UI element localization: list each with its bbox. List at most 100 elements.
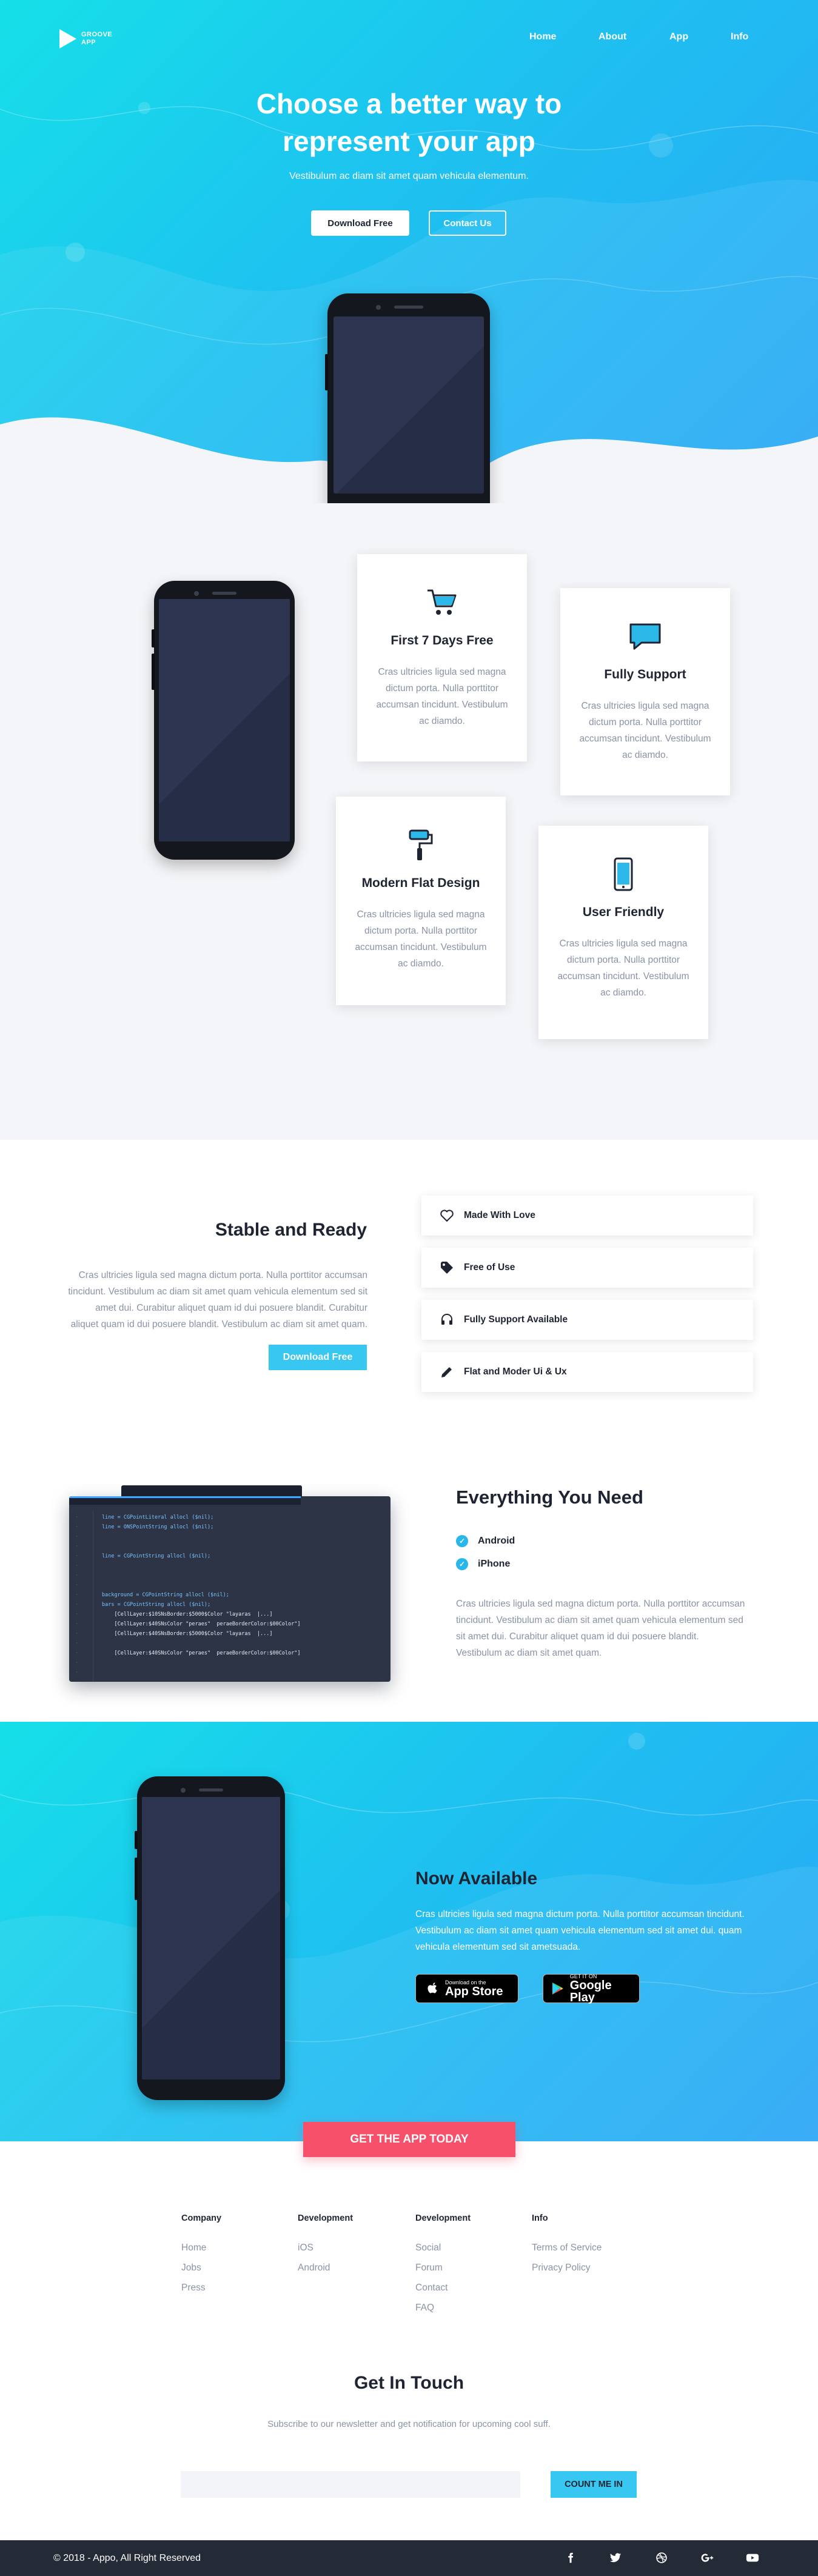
phone-screen [159,599,290,841]
feature-list-item: Flat and Moder Ui & Ux [421,1352,753,1392]
footer-column-info: Info Terms of Service Privacy Policy [532,2213,641,2283]
feature-card: Fully Support Cras ultricies ligula sed … [560,588,730,795]
feature-text: Cras ultricies ligula sed magna dictum p… [355,909,487,969]
hero-title-line1: Choose a better way to [256,88,562,119]
available-text: Cras ultricies ligula sed magna dictum p… [415,1909,745,1952]
stable-text: Cras ultricies ligula sed magna dictum p… [68,1270,367,1330]
brand-logo[interactable]: GROOVE APP [59,29,112,49]
newsletter-subtitle: Subscribe to our newsletter and get noti… [267,2419,551,2429]
apple-icon [427,1982,437,1993]
code-line: line = CGPointLiteral allocl ($nil); [102,1514,214,1521]
play-icon [59,29,76,49]
facebook-icon[interactable] [562,2549,580,2567]
phone-screen [334,316,484,493]
features-phone-mockup [152,581,295,860]
available-phone-mockup [135,1776,285,2100]
main-nav: Home About App Info [454,32,818,44]
hero-title-line2: represent your app [283,125,535,157]
nav-app[interactable]: App [669,32,688,42]
get-the-app-button[interactable]: GET THE APP TODAY [303,2122,515,2157]
footer-column-company: Company Home Jobs Press [181,2213,290,2303]
footer-column-development-2: Development Social Forum Contact FAQ [415,2213,525,2323]
feature-title: Modern Flat Design [361,876,480,890]
footer-link-jobs[interactable]: Jobs [181,2263,290,2273]
feature-list-item: Free of Use [421,1248,753,1288]
feature-card: First 7 Days Free Cras ultricies ligula … [357,554,527,761]
feature-title: Fully Support [604,667,686,681]
google-play-big-text: Google Play [569,1979,612,2004]
footer-link-press[interactable]: Press [181,2283,290,2293]
footer-column-title: Development [298,2213,354,2223]
hero-title: Choose a better way to represent your app [0,85,818,160]
check-icon: ✓ [456,1558,468,1570]
footer-link-contact[interactable]: Contact [415,2283,525,2293]
feature-text: Cras ultricies ligula sed magna dictum p… [557,938,689,998]
bottom-bar: © 2018 - Appo, All Right Reserved [0,2540,818,2576]
list-item-label: Flat and Moder Ui & Ux [464,1367,567,1377]
list-item-label: Free of Use [464,1262,515,1273]
youtube-icon[interactable] [743,2549,762,2567]
hero-phone-mockup [325,293,490,512]
nav-info[interactable]: Info [731,32,748,42]
brand-line1: GROOVE [81,31,113,38]
phone-screen [142,1797,280,2079]
stable-title: Stable and Ready [215,1220,367,1240]
headset-icon [441,1314,452,1325]
check-icon: ✓ [456,1535,468,1547]
footer-link-terms[interactable]: Terms of Service [532,2243,641,2253]
footer-link-social[interactable]: Social [415,2243,525,2253]
code-line: [CellLayer:$10SNsBorder:$5000$Color "lay… [102,1611,273,1618]
everything-title: Everything You Need [456,1487,643,1508]
phone-speaker [212,592,236,595]
feature-title: First 7 Days Free [391,634,494,647]
feature-text: Cras ultricies ligula sed magna dictum p… [579,701,711,760]
footer-column-title: Development [415,2213,471,2223]
footer-column-title: Info [532,2213,548,2223]
phone-side-button [135,1858,138,1900]
footer-link-home[interactable]: Home [181,2243,290,2253]
shopping-cart-icon [427,589,457,615]
line-numbers: · · · · · · · · · · · · · · · · · [69,1511,93,1682]
checklist-item: ✓ iPhone [456,1558,510,1570]
feature-card: User Friendly Cras ultricies ligula sed … [538,826,708,1039]
contact-us-button[interactable]: Contact Us [429,210,506,236]
phone-side-button [152,629,155,647]
google-plus-icon[interactable] [699,2549,717,2567]
download-free-button[interactable]: Download Free [311,210,409,236]
google-play-icon [552,1982,563,1995]
phone-speaker [199,1788,223,1791]
feature-title: User Friendly [582,905,665,919]
newsletter-title: Get In Touch [354,2373,464,2393]
footer-link-faq[interactable]: FAQ [415,2303,525,2313]
google-play-button[interactable]: GET IT ON Google Play [543,1973,640,2004]
phone-camera [194,591,199,596]
nav-home[interactable]: Home [529,32,556,42]
paint-roller-icon [409,829,433,860]
footer-link-android[interactable]: Android [298,2263,407,2273]
app-store-button[interactable]: Download on the App Store [415,1974,518,2003]
footer-column-development: Development iOS Android [298,2213,407,2283]
footer-link-forum[interactable]: Forum [415,2263,525,2273]
checklist-item: ✓ Android [456,1535,515,1547]
list-item-label: Made With Love [464,1210,535,1220]
chat-bubble-icon [629,623,661,650]
code-line: line = CGPointString allocl ($nil); [102,1553,211,1559]
phone-side-button [152,654,155,690]
phone-side-button [135,1831,138,1849]
feature-list-item: Fully Support Available [421,1300,753,1340]
newsletter-email-input[interactable] [181,2471,520,2498]
feature-card: Modern Flat Design Cras ultricies ligula… [336,797,506,1005]
footer-link-ios[interactable]: iOS [298,2243,407,2253]
stable-download-button[interactable]: Download Free [269,1345,367,1370]
everything-text: Cras ultricies ligula sed magna dictum p… [456,1599,745,1658]
code-line: bars = CGPointString allocl ($nil); [102,1602,211,1608]
twitter-icon[interactable] [606,2549,625,2567]
copyright-text: © 2018 - Appo, All Right Reserved [53,2553,201,2563]
phone-side-button [325,354,328,390]
tag-icon [441,1262,453,1274]
dribbble-icon[interactable] [652,2549,671,2567]
footer-link-privacy[interactable]: Privacy Policy [532,2263,641,2273]
count-me-in-button[interactable]: COUNT ME IN [551,2471,637,2498]
smartphone-icon [614,857,633,891]
nav-about[interactable]: About [598,32,626,42]
